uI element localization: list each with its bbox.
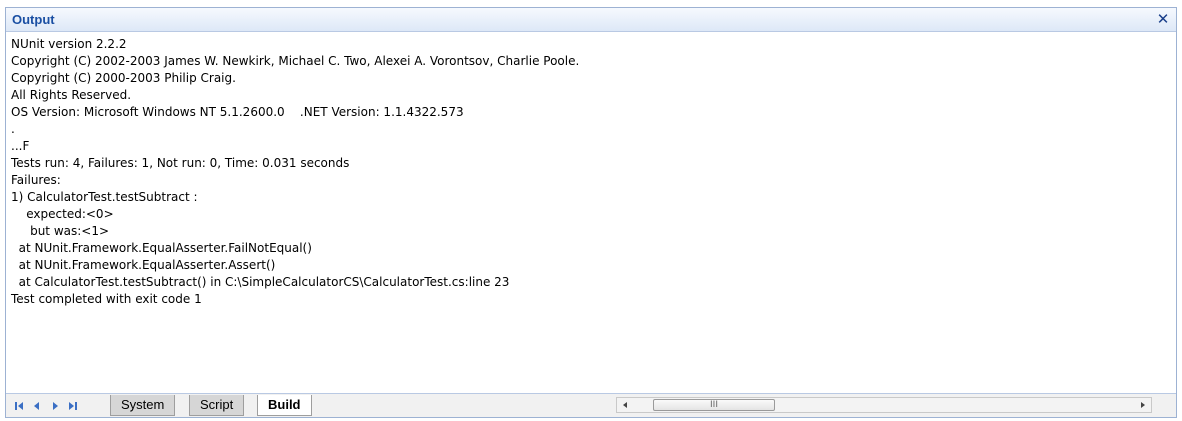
output-line: Copyright (C) 2000-2003 Philip Craig. [11,71,236,85]
output-line: at CalculatorTest.testSubtract() in C:\S… [11,275,510,289]
output-line: Failures: [11,173,61,187]
output-text-area[interactable]: NUnit version 2.2.2 Copyright (C) 2002-20… [6,32,1176,394]
horizontal-scrollbar[interactable]: III [616,397,1152,413]
output-line: NUnit version 2.2.2 [11,37,127,51]
tab-build[interactable]: Build [257,395,312,416]
first-tab-icon[interactable] [12,399,26,413]
output-panel: Output ✕ NUnit version 2.2.2 Copyright (C… [5,7,1177,418]
last-tab-icon[interactable] [66,399,80,413]
output-line: at NUnit.Framework.EqualAsserter.FailNot… [11,241,312,255]
scrollbar-grip: III [710,400,718,410]
output-line: 1) CalculatorTest.testSubtract : [11,190,198,204]
prev-tab-icon[interactable] [30,399,44,413]
scroll-right-icon[interactable] [1135,398,1151,412]
bottom-tab-bar: System Script Build III [6,393,1176,417]
output-line: OS Version: Microsoft Windows NT 5.1.260… [11,105,464,119]
scroll-left-icon[interactable] [617,398,633,412]
output-line: ...F [11,139,30,153]
tab-system[interactable]: System [110,395,176,416]
title-bar: Output ✕ [6,8,1176,32]
tab-script[interactable]: Script [189,395,245,416]
output-line: Copyright (C) 2002-2003 James W. Newkirk… [11,54,580,68]
output-line: but was:<1> [11,224,110,238]
output-line: expected:<0> [11,207,114,221]
output-line: Test completed with exit code 1 [11,292,202,306]
output-line: at NUnit.Framework.EqualAsserter.Assert(… [11,258,276,272]
output-line: All Rights Reserved. [11,88,132,102]
output-line: . [11,122,15,136]
output-line: Tests run: 4, Failures: 1, Not run: 0, T… [11,156,350,170]
next-tab-icon[interactable] [48,399,62,413]
close-icon[interactable]: ✕ [1154,10,1172,28]
panel-title: Output [12,12,55,27]
scrollbar-thumb[interactable]: III [653,399,775,411]
